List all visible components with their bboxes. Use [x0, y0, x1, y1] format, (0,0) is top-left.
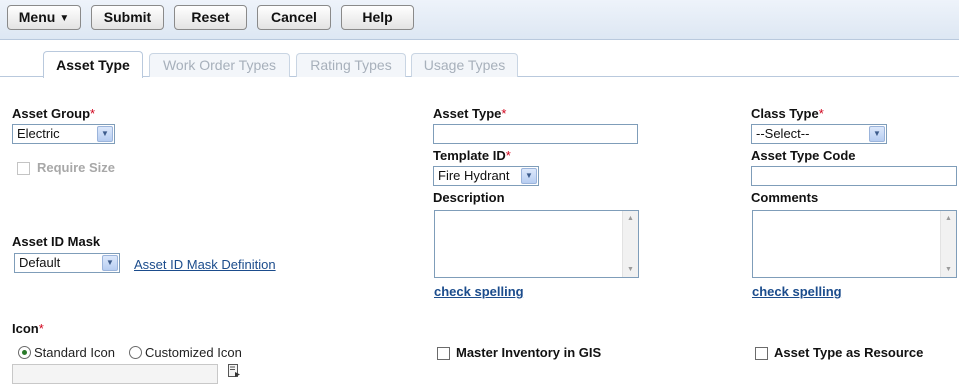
menu-button-label: Menu: [18, 9, 56, 25]
comments-scrollbar[interactable]: ▲ ▼: [940, 211, 956, 277]
tab-rating-types[interactable]: Rating Types: [296, 53, 406, 77]
template-id-select[interactable]: Fire Hydrant ▼: [433, 166, 539, 186]
asset-type-resource-label: Asset Type as Resource: [774, 345, 924, 360]
asset-type-label: Asset Type*: [433, 106, 507, 121]
chevron-down-icon: ▼: [102, 255, 118, 271]
icon-label: Icon*: [12, 321, 44, 336]
description-check-spelling-link[interactable]: check spelling: [434, 284, 524, 299]
customized-icon-label: Customized Icon: [145, 345, 242, 360]
asset-type-resource-checkbox[interactable]: [755, 347, 768, 360]
description-scrollbar[interactable]: ▲ ▼: [622, 211, 638, 277]
comments-check-spelling-link[interactable]: check spelling: [752, 284, 842, 299]
chevron-down-icon: ▼: [521, 168, 537, 184]
tab-bar: Asset Type Work Order Types Rating Types…: [0, 51, 959, 78]
chevron-down-icon: ▼: [869, 126, 885, 142]
customized-icon-radio[interactable]: [129, 346, 142, 359]
tab-asset-type[interactable]: Asset Type: [43, 51, 143, 78]
toolbar: Menu ▼ Submit Reset Cancel Help: [0, 0, 959, 40]
asset-group-select[interactable]: Electric ▼: [12, 124, 115, 144]
asset-group-label: Asset Group*: [12, 106, 96, 121]
chevron-down-icon: ▼: [59, 13, 70, 24]
standard-icon-label: Standard Icon: [34, 345, 115, 360]
description-label: Description: [433, 190, 505, 205]
required-mark: *: [501, 106, 507, 121]
class-type-value: --Select--: [756, 126, 810, 141]
reset-button[interactable]: Reset: [174, 5, 247, 30]
description-textarea[interactable]: ▲ ▼: [434, 210, 639, 278]
comments-label: Comments: [751, 190, 819, 205]
icon-path-field[interactable]: [12, 364, 218, 384]
scroll-up-icon[interactable]: ▲: [625, 213, 636, 224]
menu-button[interactable]: Menu ▼: [7, 5, 81, 30]
require-size-label: Require Size: [37, 160, 116, 175]
asset-id-mask-value: Default: [19, 255, 61, 270]
required-mark: *: [38, 321, 44, 336]
asset-id-mask-label: Asset ID Mask: [12, 234, 101, 249]
require-size-checkbox[interactable]: [17, 162, 30, 175]
scroll-up-icon[interactable]: ▲: [943, 213, 954, 224]
submit-button[interactable]: Submit: [91, 5, 164, 30]
scroll-down-icon[interactable]: ▼: [943, 264, 954, 275]
standard-icon-radio[interactable]: [18, 346, 31, 359]
help-button[interactable]: Help: [341, 5, 414, 30]
required-mark: *: [505, 148, 511, 163]
template-id-value: Fire Hydrant: [438, 168, 510, 183]
required-mark: *: [90, 106, 96, 121]
tab-work-order-types[interactable]: Work Order Types: [149, 53, 290, 77]
template-id-label: Template ID*: [433, 148, 511, 163]
asset-type-code-label: Asset Type Code: [751, 148, 856, 163]
master-inventory-checkbox[interactable]: [437, 347, 450, 360]
comments-textarea[interactable]: ▲ ▼: [752, 210, 957, 278]
required-mark: *: [818, 106, 824, 121]
class-type-label: Class Type*: [751, 106, 824, 121]
master-inventory-label: Master Inventory in GIS: [456, 345, 602, 360]
asset-type-code-input[interactable]: [751, 166, 957, 186]
scroll-down-icon[interactable]: ▼: [625, 264, 636, 275]
browse-file-icon[interactable]: [226, 363, 242, 379]
class-type-select[interactable]: --Select-- ▼: [751, 124, 887, 144]
cancel-button[interactable]: Cancel: [257, 5, 331, 30]
asset-group-value: Electric: [17, 126, 60, 141]
asset-type-input[interactable]: [433, 124, 638, 144]
asset-id-mask-select[interactable]: Default ▼: [14, 253, 120, 273]
asset-id-mask-definition-link[interactable]: Asset ID Mask Definition: [134, 257, 276, 272]
chevron-down-icon: ▼: [97, 126, 113, 142]
tab-usage-types[interactable]: Usage Types: [411, 53, 518, 77]
